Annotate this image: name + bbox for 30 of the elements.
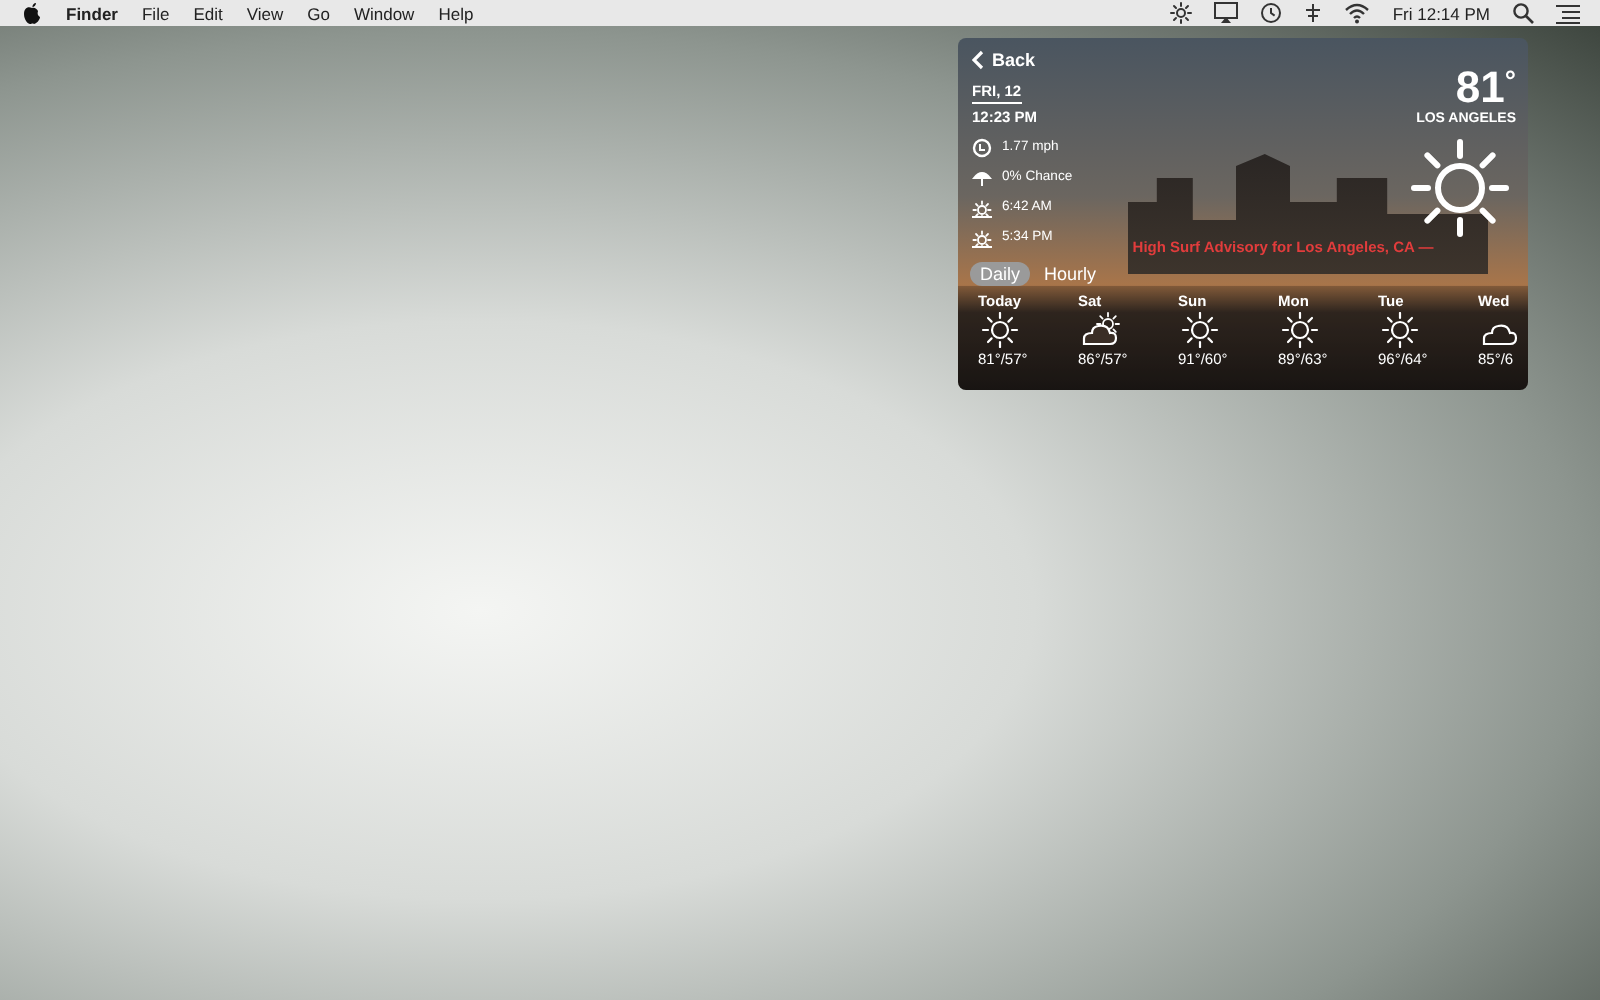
search-icon[interactable] [1512,2,1534,24]
list-menu-icon[interactable] [1556,3,1580,23]
app-menu[interactable]: Finder [66,3,118,23]
apple-logo-icon[interactable] [22,2,42,24]
clock-icon [972,137,992,157]
forecast-tab[interactable]: Hourly [1034,262,1107,286]
chevron-left-icon [972,50,984,70]
menu-item[interactable]: Go [307,3,330,23]
brightness-icon[interactable] [1170,2,1193,24]
temperature-value: 81 [1455,66,1505,110]
menu-item[interactable]: Window [353,3,415,23]
clock-icon[interactable] [1260,2,1283,24]
cloud-sun-icon [1078,312,1122,348]
sun-icon [1410,138,1510,238]
wifi-icon[interactable] [1344,2,1371,24]
sun-icon [1378,312,1422,348]
sun-icon [1178,312,1222,348]
back-button[interactable]: Back [972,50,1036,70]
menu-clock[interactable]: Fri 12:14 PM [1392,3,1490,23]
menu-item[interactable]: View [246,3,284,23]
sun-icon [972,227,992,247]
sun-icon [978,312,1022,348]
menu-item[interactable]: Help [438,3,474,23]
menu-item[interactable]: File [141,3,170,23]
sun-icon [1278,312,1322,348]
menu-item[interactable]: Edit [193,3,223,23]
umbrella-icon [972,167,992,187]
degree-symbol: ° [1504,66,1516,94]
display-icon[interactable] [1214,2,1239,24]
sun-icon [972,197,992,217]
